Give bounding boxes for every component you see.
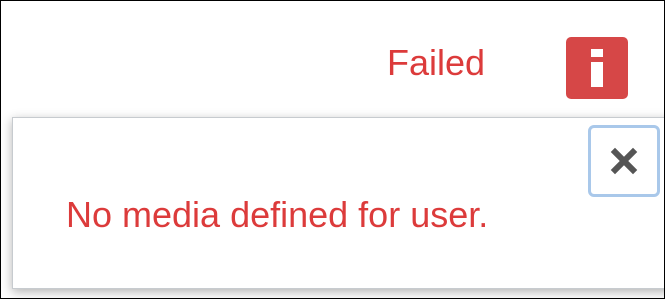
close-icon [610,147,638,175]
info-button[interactable] [566,37,628,99]
close-button[interactable] [588,125,660,197]
problem-status-panel: Failed No media defined for user. [0,0,665,299]
hint-message: No media defined for user. [66,194,489,235]
info-icon [591,49,603,87]
hint-box: No media defined for user. [12,117,664,289]
status-label: Failed [387,42,486,83]
